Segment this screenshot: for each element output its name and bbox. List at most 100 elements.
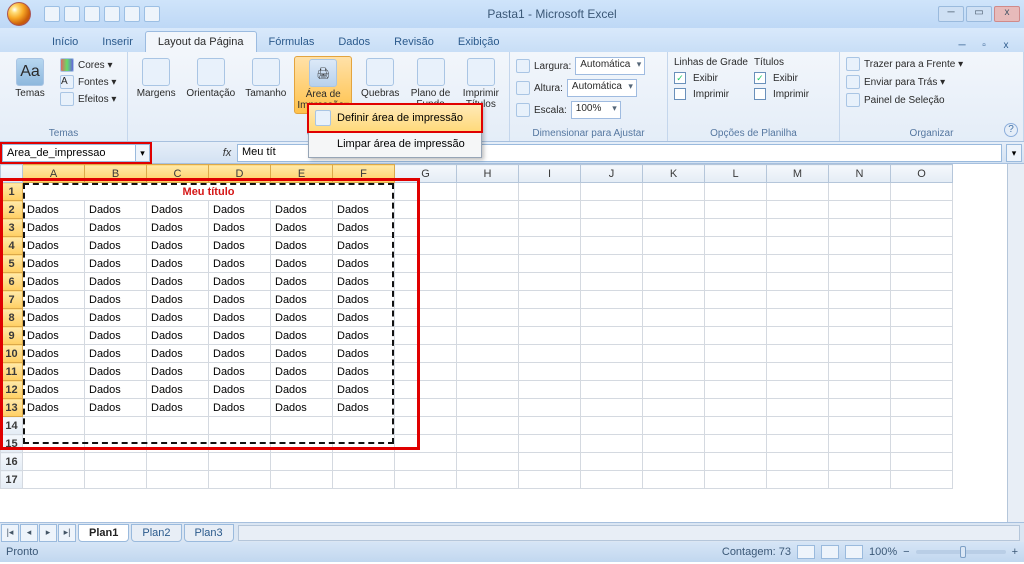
cell[interactable] [705,381,767,399]
cell[interactable] [147,471,209,489]
cell[interactable]: Dados [333,363,395,381]
cell[interactable]: Dados [209,219,271,237]
formula-expand-icon[interactable]: ▾ [1006,144,1022,162]
col-header-L[interactable]: L [705,165,767,183]
cell[interactable]: Dados [271,273,333,291]
cell[interactable] [643,345,705,363]
row-header-5[interactable]: 5 [1,255,23,273]
cell[interactable] [457,309,519,327]
cell[interactable] [395,471,457,489]
office-button[interactable] [0,0,38,28]
cell[interactable] [705,237,767,255]
cell[interactable] [643,417,705,435]
cell[interactable]: Dados [209,273,271,291]
cell[interactable]: Dados [23,291,85,309]
cell[interactable] [891,291,953,309]
cell[interactable] [829,345,891,363]
cell[interactable]: Dados [85,291,147,309]
cell[interactable]: Dados [85,273,147,291]
cell[interactable] [767,453,829,471]
cell[interactable] [643,399,705,417]
cell[interactable] [23,435,85,453]
cell[interactable] [705,255,767,273]
cell[interactable] [705,183,767,201]
qat-save-icon[interactable] [44,6,60,22]
cell[interactable] [829,255,891,273]
cell[interactable] [829,309,891,327]
cell[interactable] [395,219,457,237]
col-header-F[interactable]: F [333,165,395,183]
cell[interactable]: Dados [333,327,395,345]
cell[interactable] [891,435,953,453]
cell[interactable] [457,345,519,363]
row-header-13[interactable]: 13 [1,399,23,417]
cell[interactable] [891,363,953,381]
cell[interactable]: Dados [209,327,271,345]
sheet-nav-next[interactable]: ▸ [39,524,57,542]
cell[interactable]: Dados [271,381,333,399]
cell[interactable] [829,237,891,255]
cell[interactable] [457,453,519,471]
cell[interactable] [891,453,953,471]
cell[interactable] [209,417,271,435]
cell[interactable] [891,201,953,219]
cell[interactable]: Dados [209,237,271,255]
cell[interactable]: Dados [333,345,395,363]
cell[interactable] [581,345,643,363]
fontes-button[interactable]: AFontes ▾ [60,75,116,89]
cell[interactable] [643,471,705,489]
cell[interactable] [767,381,829,399]
cell[interactable]: Dados [23,399,85,417]
cell[interactable] [333,435,395,453]
view-pagebreak-button[interactable] [845,545,863,559]
cell[interactable] [395,309,457,327]
cell[interactable] [519,399,581,417]
cell[interactable] [395,327,457,345]
cell[interactable] [767,255,829,273]
cell[interactable] [395,417,457,435]
cell[interactable]: Dados [209,345,271,363]
margens-button[interactable]: Margens [134,56,178,101]
cell[interactable] [519,435,581,453]
col-header-H[interactable]: H [457,165,519,183]
cell[interactable] [581,417,643,435]
cell[interactable] [767,201,829,219]
cell[interactable] [395,453,457,471]
qat-preview-icon[interactable] [124,6,140,22]
cell[interactable] [891,327,953,345]
definir-area-item[interactable]: Definir área de impressão [307,103,483,133]
doc-close-icon[interactable]: x [998,38,1014,52]
painel-selecao-button[interactable]: Painel de Seleção [846,93,963,107]
cell[interactable]: Dados [209,363,271,381]
cell[interactable] [829,363,891,381]
cell[interactable] [85,471,147,489]
cell[interactable] [519,183,581,201]
cell[interactable] [705,471,767,489]
cell[interactable] [643,201,705,219]
cell[interactable] [705,201,767,219]
cell[interactable] [767,219,829,237]
cell[interactable]: Dados [85,201,147,219]
cell[interactable]: Dados [271,291,333,309]
cell[interactable]: Dados [85,363,147,381]
cell[interactable] [891,309,953,327]
cell[interactable] [891,345,953,363]
cell[interactable] [643,237,705,255]
cell[interactable]: Dados [209,291,271,309]
cell[interactable] [643,381,705,399]
horizontal-scrollbar[interactable] [238,525,1020,541]
fx-icon[interactable]: fx [217,147,237,159]
cell[interactable]: Dados [147,255,209,273]
cell[interactable] [581,453,643,471]
exibir-titulos-checkbox[interactable]: ✓ [754,72,766,84]
cell[interactable] [829,471,891,489]
cell[interactable] [271,417,333,435]
cell[interactable]: Dados [147,381,209,399]
qat-print-icon[interactable] [104,6,120,22]
cell[interactable] [457,381,519,399]
cell[interactable]: Dados [23,219,85,237]
cell[interactable] [643,255,705,273]
cell[interactable]: Dados [23,363,85,381]
cell[interactable] [767,273,829,291]
tab-dados[interactable]: Dados [326,32,382,52]
